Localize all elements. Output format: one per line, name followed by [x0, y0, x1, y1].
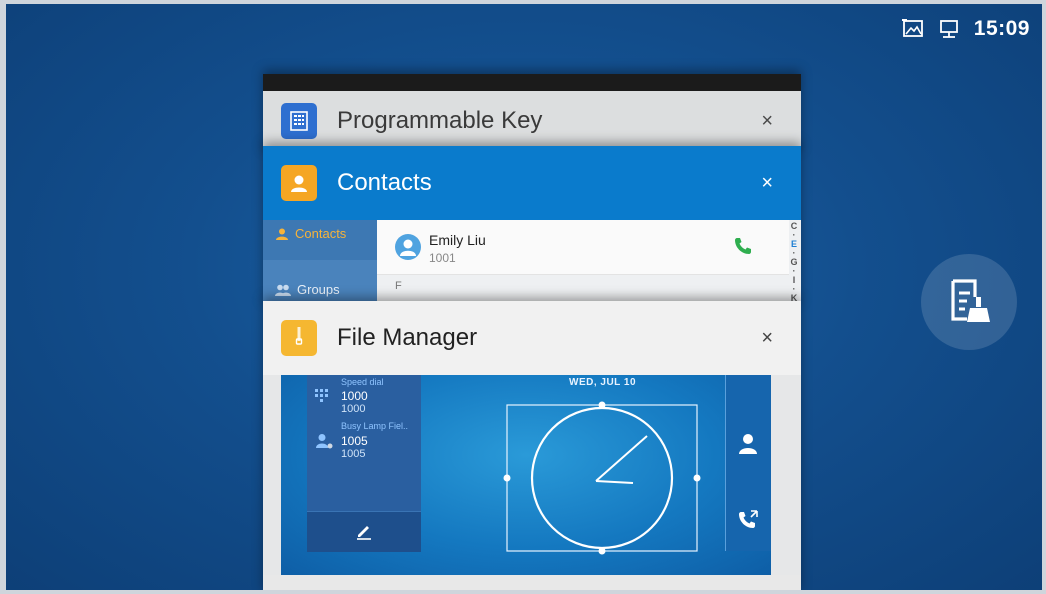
card-preview: Contacts Groups Emily Liu 1001 F C · E ·… [263, 220, 801, 312]
contact-row: Emily Liu 1001 [377, 220, 789, 275]
section-letter: F [395, 280, 402, 292]
card-title: Contacts [337, 169, 432, 196]
preview-side-panel: Speed dial 1000 1000 Busy Lamp Fiel.. 10… [307, 375, 421, 552]
contact-name: Emily Liu [429, 232, 486, 248]
card-header[interactable]: Contacts × [263, 146, 801, 220]
edit-icon [357, 526, 371, 540]
clear-all-icon [945, 275, 993, 330]
screenshot-icon [901, 19, 924, 39]
phone-icon [733, 236, 753, 261]
recent-apps-stack: Programmable Key × Contacts × Contacts G… [263, 74, 801, 594]
folder-zip-icon [281, 320, 317, 356]
network-icon [938, 19, 960, 39]
clear-all-button[interactable] [921, 254, 1017, 350]
keypad-icon [281, 103, 317, 139]
sidebar-item-contacts: Contacts [275, 226, 346, 241]
card-title: Programmable Key [337, 107, 543, 134]
recent-card-programmable-key[interactable]: Programmable Key × [263, 74, 801, 154]
contacts-icon [281, 165, 317, 201]
sidebar-item-groups: Groups [275, 282, 340, 297]
status-bar: 15:09 [901, 14, 1030, 44]
card-title: File Manager [337, 324, 478, 351]
card-top-bar [263, 74, 801, 91]
group-icon [275, 284, 291, 296]
card-header[interactable]: Programmable Key × [263, 91, 801, 151]
status-clock: 15:09 [973, 17, 1030, 40]
preview-right-panel [725, 375, 771, 551]
close-icon[interactable]: × [761, 173, 773, 193]
call-transfer-icon [739, 510, 758, 528]
close-icon[interactable]: × [761, 328, 773, 348]
person-icon [276, 228, 288, 240]
close-icon[interactable]: × [761, 111, 773, 131]
person-icon [315, 433, 333, 454]
card-header[interactable]: File Manager × [263, 301, 801, 375]
avatar [395, 234, 421, 260]
analog-clock-widget [503, 401, 701, 555]
contact-number: 1001 [429, 251, 456, 265]
alphabet-index: C · E · G · I · K M [790, 221, 798, 312]
recent-card-file-manager[interactable]: File Manager × Speed dial 1000 1000 Busy… [263, 301, 801, 594]
contacts-icon [739, 434, 757, 454]
contacts-sidebar: Contacts Groups [263, 220, 377, 306]
card-preview: Speed dial 1000 1000 Busy Lamp Fiel.. 10… [281, 375, 771, 575]
dialpad-icon [315, 389, 329, 408]
recent-card-contacts[interactable]: Contacts × Contacts Groups Emily Liu 100… [263, 146, 801, 312]
preview-date: WED, JUL 10 [569, 377, 636, 388]
